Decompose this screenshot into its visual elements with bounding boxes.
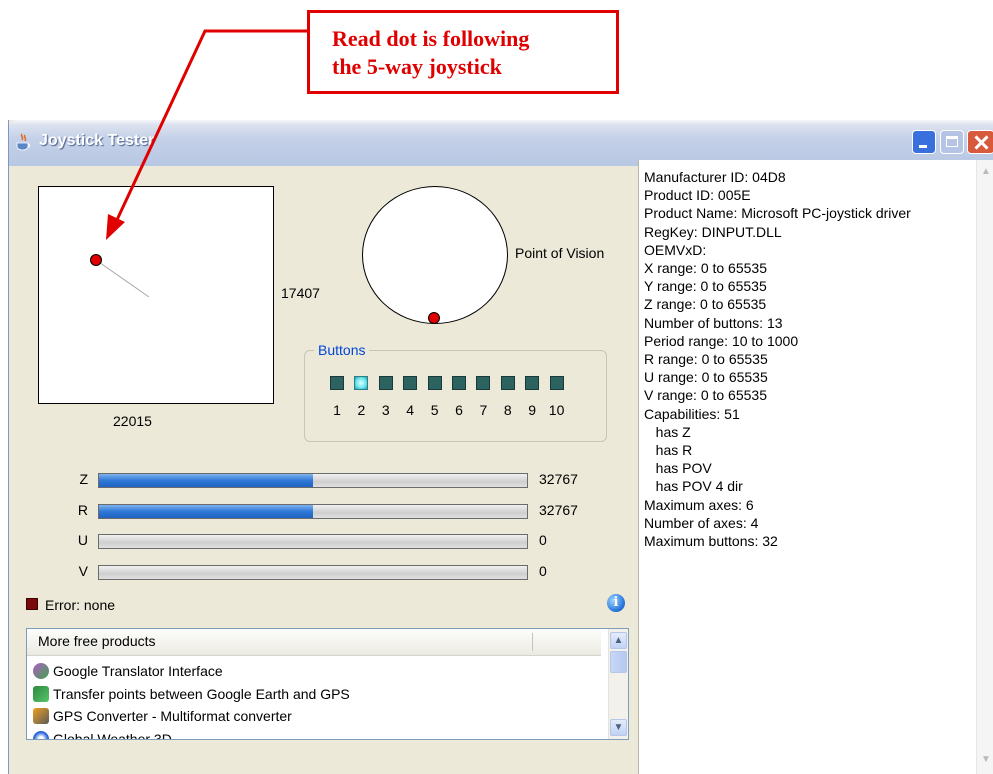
error-status-text: Error: none [45, 597, 116, 613]
button-number-10: 10 [548, 402, 565, 418]
joystick-position-dot [90, 254, 102, 266]
scroll-thumb[interactable] [610, 651, 627, 673]
device-info-line: V range: 0 to 65535 [644, 387, 767, 404]
device-info-line: Capabilities: 51 [644, 405, 740, 422]
window-title: Joystick Tester [39, 132, 155, 149]
device-info-line: Maximum buttons: 32 [644, 533, 778, 550]
axis-label-z: Z [79, 471, 88, 487]
axis-bar-fill-z [99, 474, 313, 487]
button-number-9: 9 [528, 402, 537, 418]
buttons-groupbox [304, 350, 607, 442]
xy-trail-line [95, 259, 150, 298]
device-info-line: Maximum axes: 6 [644, 496, 754, 513]
info-scroll-up[interactable]: ▲ [980, 166, 992, 178]
button-led-5 [427, 376, 442, 390]
info-icon[interactable]: i [607, 594, 625, 612]
axis-bar-u [98, 534, 528, 549]
device-info-line: has R [644, 442, 693, 459]
device-info-line: Product ID: 005E [644, 187, 751, 204]
axis-bar-z [98, 473, 528, 488]
device-info-line: X range: 0 to 65535 [644, 260, 767, 277]
button-number-3: 3 [381, 402, 390, 418]
device-info-line: Product Name: Microsoft PC-joystick driv… [644, 205, 911, 222]
list-scrollbar[interactable]: ▲ ▼ [608, 629, 628, 739]
weather-globe-icon [33, 730, 49, 739]
list-item-label: GPS Converter - Multiformat converter [53, 708, 292, 724]
buttons-group-label: Buttons [314, 342, 370, 358]
annotation-callout: Read dot is following the 5-way joystick [307, 10, 619, 94]
button-number-5: 5 [430, 402, 439, 418]
scroll-down-button[interactable]: ▼ [610, 719, 627, 736]
java-cup-icon [16, 133, 30, 151]
button-led-6 [452, 376, 466, 390]
device-info-line: has Z [644, 423, 691, 440]
scroll-up-button[interactable]: ▲ [610, 632, 627, 649]
device-info-line: Manufacturer ID: 04D8 [644, 169, 786, 185]
x-axis-value: 22015 [113, 413, 152, 429]
button-led-3 [378, 376, 393, 390]
xy-position-pad [38, 186, 274, 404]
device-info-line: U range: 0 to 65535 [644, 369, 768, 386]
device-info-line: has POV 4 dir [644, 478, 743, 495]
pov-direction-dot [427, 311, 440, 324]
axis-label-v: V [78, 562, 88, 579]
minimize-button[interactable] [912, 130, 936, 154]
button-number-8: 8 [503, 402, 512, 418]
list-item-label: Google Translator Interface [53, 663, 223, 679]
more-products-list[interactable]: More free products Google Translator Int… [26, 628, 629, 740]
axis-label-r: R [77, 501, 88, 518]
gps-converter-icon [33, 708, 49, 724]
info-scrollbar[interactable]: ▲ ▼ [976, 160, 993, 774]
button-number-1: 1 [333, 402, 341, 418]
list-header-label: More free products [38, 633, 156, 649]
button-number-7: 7 [479, 402, 488, 418]
button-led-1 [330, 376, 344, 390]
device-info-line: Number of axes: 4 [644, 514, 759, 531]
callout-line-2: the 5-way joystick [332, 54, 502, 79]
axis-bar-v [98, 564, 528, 580]
device-info-line: Period range: 10 to 1000 [644, 332, 799, 349]
list-header[interactable]: More free products [27, 629, 601, 656]
button-led-8 [500, 376, 515, 390]
error-indicator [26, 598, 38, 610]
button-number-2: 2 [357, 402, 366, 418]
axis-bar-r [98, 503, 528, 519]
translator-icon [33, 663, 49, 679]
pov-label: Point of Vision [515, 245, 605, 261]
button-led-2 [354, 376, 369, 390]
list-item-label: Transfer points between Google Earth and… [53, 685, 350, 702]
axis-value-z: 32767 [539, 471, 578, 487]
y-axis-value: 17407 [281, 285, 320, 301]
button-led-4 [403, 376, 418, 390]
axis-label-u: U [77, 532, 88, 548]
device-info-line: has POV [644, 460, 712, 477]
axis-value-r: 32767 [539, 501, 578, 518]
button-led-10 [549, 376, 564, 390]
button-led-9 [525, 376, 540, 390]
list-item-label: Global Weather 3D [53, 730, 172, 740]
maximize-button[interactable] [940, 130, 964, 154]
button-led-7 [476, 376, 491, 390]
callout-line-1: Read dot is following [332, 26, 530, 51]
device-info-line: Y range: 0 to 65535 [644, 278, 767, 295]
info-scroll-down[interactable]: ▼ [980, 754, 992, 766]
button-number-6: 6 [455, 402, 463, 418]
device-info-text: Manufacturer ID: 04D8 Product ID: 005E Pro… [644, 168, 911, 550]
axis-value-u: 0 [539, 532, 547, 548]
device-info-line: RegKey: DINPUT.DLL [644, 223, 782, 240]
device-info-panel[interactable]: Manufacturer ID: 04D8 Product ID: 005E Pro… [638, 160, 993, 774]
header-divider [532, 633, 533, 651]
device-info-line: Z range: 0 to 65535 [644, 296, 767, 313]
device-info-line: OEMVxD: [644, 241, 707, 258]
device-info-line: R range: 0 to 65535 [644, 351, 768, 368]
device-info-line: Number of buttons: 13 [644, 314, 783, 331]
close-button[interactable] [967, 130, 993, 154]
axis-bar-fill-r [99, 504, 313, 518]
pov-indicator [362, 186, 508, 324]
earth-gps-icon [33, 685, 49, 702]
axis-value-v: 0 [539, 562, 547, 579]
button-number-4: 4 [406, 402, 415, 418]
